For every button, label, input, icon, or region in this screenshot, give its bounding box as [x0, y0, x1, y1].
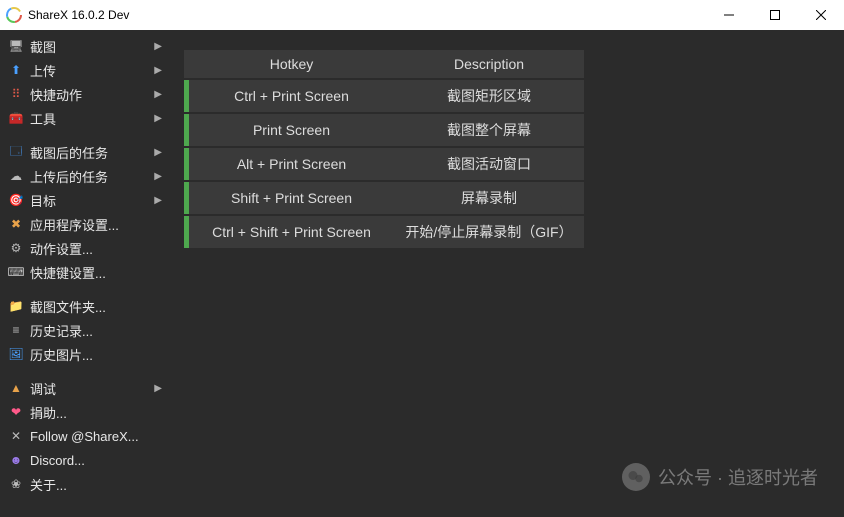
close-button[interactable]: [798, 0, 844, 30]
sidebar-item[interactable]: ⌨ 快捷键设置...: [0, 260, 170, 284]
sidebar-item[interactable]: ⠿ 快捷动作▶: [0, 82, 170, 106]
sidebar-item-label: 历史记录...: [30, 321, 162, 340]
sidebar-item-icon: 🎯: [8, 193, 24, 207]
table-row[interactable]: Ctrl + Print Screen截图矩形区域: [184, 80, 584, 112]
sidebar-item-label: 历史图片...: [30, 345, 162, 364]
chevron-right-icon: ▶: [154, 65, 162, 76]
sidebar-item[interactable]: ☁ 上传后的任务▶: [0, 164, 170, 188]
hotkey-cell: Ctrl + Print Screen: [184, 80, 394, 112]
watermark-text: 公众号 · 追逐时光者: [658, 464, 818, 490]
wechat-icon: [622, 463, 650, 491]
sidebar-item-icon: ✖: [8, 217, 24, 231]
table-row[interactable]: Print Screen截图整个屏幕: [184, 114, 584, 146]
table-row[interactable]: Ctrl + Shift + Print Screen开始/停止屏幕录制（GIF…: [184, 216, 584, 248]
sidebar-item[interactable]: ⚙ 动作设置...: [0, 236, 170, 260]
sidebar-item-label: 上传后的任务: [30, 167, 154, 186]
sidebar-item[interactable]: 📁 截图文件夹...: [0, 294, 170, 318]
sidebar-item-label: 关于...: [30, 475, 162, 494]
sidebar-item-icon: ≡: [8, 323, 24, 337]
sidebar-item-icon: 🖥: [8, 39, 24, 53]
chevron-right-icon: ▶: [154, 113, 162, 124]
sidebar-separator: [0, 284, 170, 294]
minimize-button[interactable]: [706, 0, 752, 30]
sidebar-item-label: Discord...: [30, 453, 162, 468]
hotkey-table: Hotkey Description Ctrl + Print Screen截图…: [184, 48, 584, 250]
sidebar-item-label: 截图后的任务: [30, 143, 154, 162]
table-row[interactable]: Alt + Print Screen截图活动窗口: [184, 148, 584, 180]
sidebar-item-icon: 🖼: [8, 347, 24, 361]
sidebar-item-icon: 📁: [8, 299, 24, 313]
description-cell: 屏幕录制: [394, 182, 584, 214]
main-panel: Hotkey Description Ctrl + Print Screen截图…: [170, 30, 844, 517]
chevron-right-icon: ▶: [154, 195, 162, 206]
sidebar-item[interactable]: ✕ Follow @ShareX...: [0, 424, 170, 448]
sidebar-item-label: 上传: [30, 61, 154, 80]
hotkey-cell: Print Screen: [184, 114, 394, 146]
sidebar-item[interactable]: ❀ 关于...: [0, 472, 170, 496]
sidebar-item-label: 快捷键设置...: [30, 263, 162, 282]
sidebar-separator: [0, 366, 170, 376]
sidebar-item[interactable]: ≡ 历史记录...: [0, 318, 170, 342]
sidebar-item-icon: ⠿: [8, 87, 24, 101]
maximize-button[interactable]: [752, 0, 798, 30]
sidebar-item-label: 动作设置...: [30, 239, 162, 258]
sidebar-item[interactable]: 🎯 目标▶: [0, 188, 170, 212]
sidebar-item-icon: 🗔: [8, 142, 24, 163]
description-cell: 截图活动窗口: [394, 148, 584, 180]
sidebar-item-icon: ☻: [8, 453, 24, 467]
sidebar-item-label: 截图文件夹...: [30, 297, 162, 316]
table-header-row: Hotkey Description: [184, 50, 584, 78]
app-logo-icon: [6, 7, 22, 23]
watermark: 公众号 · 追逐时光者: [622, 463, 818, 491]
sidebar-item-icon: ⌨: [8, 265, 24, 279]
sidebar-separator: [0, 130, 170, 140]
sidebar-item[interactable]: 🗔 截图后的任务▶: [0, 140, 170, 164]
sidebar-item-icon: 🧰: [8, 111, 24, 125]
hotkey-cell: Shift + Print Screen: [184, 182, 394, 214]
sidebar-item[interactable]: ☻ Discord...: [0, 448, 170, 472]
sidebar-item-icon: ❤: [8, 405, 24, 419]
sidebar-item[interactable]: ⬆ 上传▶: [0, 58, 170, 82]
titlebar: ShareX 16.0.2 Dev: [0, 0, 844, 30]
hotkey-cell: Alt + Print Screen: [184, 148, 394, 180]
header-description: Description: [394, 50, 584, 78]
sidebar-item-label: 工具: [30, 109, 154, 128]
header-hotkey: Hotkey: [184, 50, 394, 78]
chevron-right-icon: ▶: [154, 383, 162, 394]
sidebar-item-icon: ▲: [8, 381, 24, 395]
sidebar-item-label: 快捷动作: [30, 85, 154, 104]
sidebar-item-icon: ⬆: [8, 63, 24, 77]
table-row[interactable]: Shift + Print Screen屏幕录制: [184, 182, 584, 214]
sidebar-item-label: 调试: [30, 379, 154, 398]
sidebar-item[interactable]: ❤ 捐助...: [0, 400, 170, 424]
sidebar-item-icon: ✕: [8, 429, 24, 443]
chevron-right-icon: ▶: [154, 147, 162, 158]
sidebar-item[interactable]: 🧰 工具▶: [0, 106, 170, 130]
description-cell: 截图整个屏幕: [394, 114, 584, 146]
sidebar-item[interactable]: ✖ 应用程序设置...: [0, 212, 170, 236]
sidebar-item[interactable]: 🖼 历史图片...: [0, 342, 170, 366]
description-cell: 截图矩形区域: [394, 80, 584, 112]
window-title: ShareX 16.0.2 Dev: [28, 8, 129, 22]
sidebar-item[interactable]: ▲ 调试▶: [0, 376, 170, 400]
sidebar-item-label: 捐助...: [30, 403, 162, 422]
hotkey-cell: Ctrl + Shift + Print Screen: [184, 216, 394, 248]
sidebar-item[interactable]: 🖥 截图▶: [0, 34, 170, 58]
sidebar-item-label: 截图: [30, 37, 154, 56]
sidebar-item-icon: ☁: [8, 169, 24, 183]
sidebar-item-icon: ❀: [8, 477, 24, 491]
sidebar-item-label: 应用程序设置...: [30, 215, 162, 234]
chevron-right-icon: ▶: [154, 41, 162, 52]
sidebar-item-label: Follow @ShareX...: [30, 429, 162, 444]
chevron-right-icon: ▶: [154, 89, 162, 100]
chevron-right-icon: ▶: [154, 171, 162, 182]
sidebar: 🖥截图▶⬆上传▶⠿快捷动作▶🧰工具▶🗔截图后的任务▶☁上传后的任务▶🎯目标▶✖应…: [0, 30, 170, 517]
description-cell: 开始/停止屏幕录制（GIF）: [394, 216, 584, 248]
sidebar-item-label: 目标: [30, 191, 154, 210]
sidebar-item-icon: ⚙: [8, 241, 24, 255]
